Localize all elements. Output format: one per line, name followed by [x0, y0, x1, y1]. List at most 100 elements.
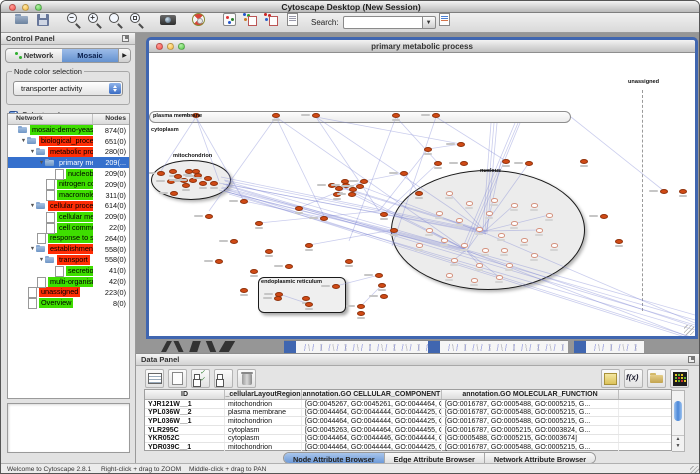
- tree-col-network[interactable]: Network: [8, 114, 93, 124]
- network-node-pale[interactable]: [536, 228, 543, 233]
- network-node-pale[interactable]: [551, 243, 558, 248]
- network-node[interactable]: [240, 199, 248, 204]
- network-node-pale[interactable]: [498, 233, 505, 238]
- network-node[interactable]: [215, 259, 223, 264]
- network-node[interactable]: [392, 113, 400, 118]
- table-row[interactable]: YPL036W__1mitochondrion[GO:0044464, GO:0…: [145, 417, 671, 426]
- network-node[interactable]: [255, 221, 263, 226]
- network-node[interactable]: [580, 159, 588, 164]
- open-file-icon[interactable]: [13, 11, 31, 29]
- float-panel-icon[interactable]: [688, 356, 695, 363]
- network-node-pale[interactable]: [531, 203, 538, 208]
- search-input[interactable]: [343, 16, 423, 29]
- tree-row[interactable]: cellular metabo209(0): [8, 211, 129, 222]
- new-attribute-icon[interactable]: [168, 369, 187, 388]
- network-node[interactable]: [357, 311, 365, 316]
- network-node[interactable]: [169, 169, 177, 174]
- expand-arrow-icon[interactable]: ▼: [38, 160, 45, 166]
- tree-row[interactable]: secretion41(0): [8, 265, 129, 276]
- birdseye-view-panel[interactable]: [7, 403, 130, 453]
- network-node-pale[interactable]: [471, 278, 478, 283]
- network-node[interactable]: [320, 216, 328, 221]
- network-node[interactable]: [332, 284, 340, 289]
- network-node[interactable]: [600, 214, 608, 219]
- window-resize-grip[interactable]: [690, 466, 699, 474]
- network-node-pale[interactable]: [461, 243, 468, 248]
- network-node[interactable]: [380, 212, 388, 217]
- unselect-attributes-icon[interactable]: [214, 369, 233, 388]
- tree-row[interactable]: nucleobase-209(0): [8, 168, 129, 179]
- tree-row[interactable]: ▼establishment of lo558(0): [8, 244, 129, 255]
- zoom-selected-icon[interactable]: [107, 11, 125, 29]
- col-cellular-component[interactable]: annotation.GO CELLULAR_COMPONENT: [302, 390, 442, 399]
- network-node[interactable]: [434, 161, 442, 166]
- tree-row[interactable]: mosaic-demo-yeast874(0): [8, 125, 129, 136]
- network-node-pale[interactable]: [476, 227, 483, 232]
- network-node[interactable]: [380, 294, 388, 299]
- network-node[interactable]: [305, 302, 313, 307]
- table-scrollbar[interactable]: ▲▼: [672, 390, 685, 452]
- network-node[interactable]: [170, 191, 178, 196]
- panel-icon[interactable]: [601, 369, 620, 388]
- network-node-pale[interactable]: [521, 238, 528, 243]
- network-node[interactable]: [375, 273, 383, 278]
- table-row[interactable]: YLR295Ccytoplasm[GO:0045263, GO:0044464,…: [145, 426, 671, 435]
- vizmap-icon[interactable]: [436, 11, 454, 29]
- zoom-fit-icon[interactable]: [128, 11, 146, 29]
- matrix-icon[interactable]: [670, 369, 689, 388]
- table-row[interactable]: YKR052Ccytoplasm[GO:0044464, GO:0044446,…: [145, 435, 671, 444]
- tab-network[interactable]: Network: [6, 49, 62, 62]
- expand-arrow-icon[interactable]: ▼: [29, 203, 36, 209]
- network-node[interactable]: [272, 113, 280, 118]
- network-node-pale[interactable]: [491, 198, 498, 203]
- network-node-pale[interactable]: [456, 218, 463, 223]
- import-node-attributes-icon[interactable]: [242, 11, 260, 29]
- network-node[interactable]: [157, 171, 165, 176]
- network-node[interactable]: [295, 206, 303, 211]
- tab-overflow-button[interactable]: ▶: [118, 49, 130, 62]
- col-id[interactable]: ID: [145, 390, 225, 399]
- network-node-pale[interactable]: [426, 228, 433, 233]
- network-node[interactable]: [305, 243, 313, 248]
- network-node-pale[interactable]: [482, 248, 489, 253]
- network-node[interactable]: [457, 142, 465, 147]
- expand-arrow-icon[interactable]: ▼: [29, 149, 36, 155]
- network-node[interactable]: [679, 189, 687, 194]
- network-node-pale[interactable]: [441, 238, 448, 243]
- import-attributes-icon[interactable]: [647, 369, 666, 388]
- network-node[interactable]: [265, 249, 273, 254]
- network-node-pale[interactable]: [511, 203, 518, 208]
- tree-row[interactable]: ▼biological_process651(0): [8, 136, 129, 147]
- network-node-pale[interactable]: [506, 263, 513, 268]
- scrollbar-arrows[interactable]: ▲▼: [672, 435, 684, 451]
- delete-attribute-icon[interactable]: [237, 369, 256, 388]
- network-node[interactable]: [348, 192, 356, 197]
- network-node[interactable]: [210, 181, 218, 186]
- tree-row[interactable]: multi-organism pro42(0): [8, 276, 129, 287]
- network-node-pale[interactable]: [446, 273, 453, 278]
- network-overview-icon[interactable]: [221, 11, 239, 29]
- network-node[interactable]: [390, 228, 398, 233]
- network-node-pale[interactable]: [451, 258, 458, 263]
- network-node[interactable]: [660, 189, 668, 194]
- network-node[interactable]: [432, 113, 440, 118]
- network-node[interactable]: [525, 161, 533, 166]
- tree-row[interactable]: ▼transport558(0): [8, 255, 129, 266]
- network-node[interactable]: [204, 176, 212, 181]
- network-node-pale[interactable]: [466, 201, 473, 206]
- network-node[interactable]: [378, 283, 386, 288]
- attribute-table-icon[interactable]: [145, 369, 164, 388]
- import-edge-attributes-icon[interactable]: [263, 11, 281, 29]
- save-icon[interactable]: [34, 11, 52, 29]
- expand-arrow-icon[interactable]: ▼: [38, 257, 45, 263]
- network-node[interactable]: [415, 191, 423, 196]
- network-canvas[interactable]: plasma membranecytoplasmmitochondrionnuc…: [149, 53, 695, 336]
- network-node[interactable]: [302, 296, 310, 301]
- help-icon[interactable]: [190, 11, 208, 29]
- tab-network-attribute-browser[interactable]: Network Attribute Browser: [485, 453, 595, 463]
- tab-edge-attribute-browser[interactable]: Edge Attribute Browser: [385, 453, 485, 463]
- select-attributes-icon[interactable]: [191, 369, 210, 388]
- network-node[interactable]: [285, 264, 293, 269]
- network-node-pale[interactable]: [416, 243, 423, 248]
- network-window-titlebar[interactable]: primary metabolic process: [149, 40, 695, 53]
